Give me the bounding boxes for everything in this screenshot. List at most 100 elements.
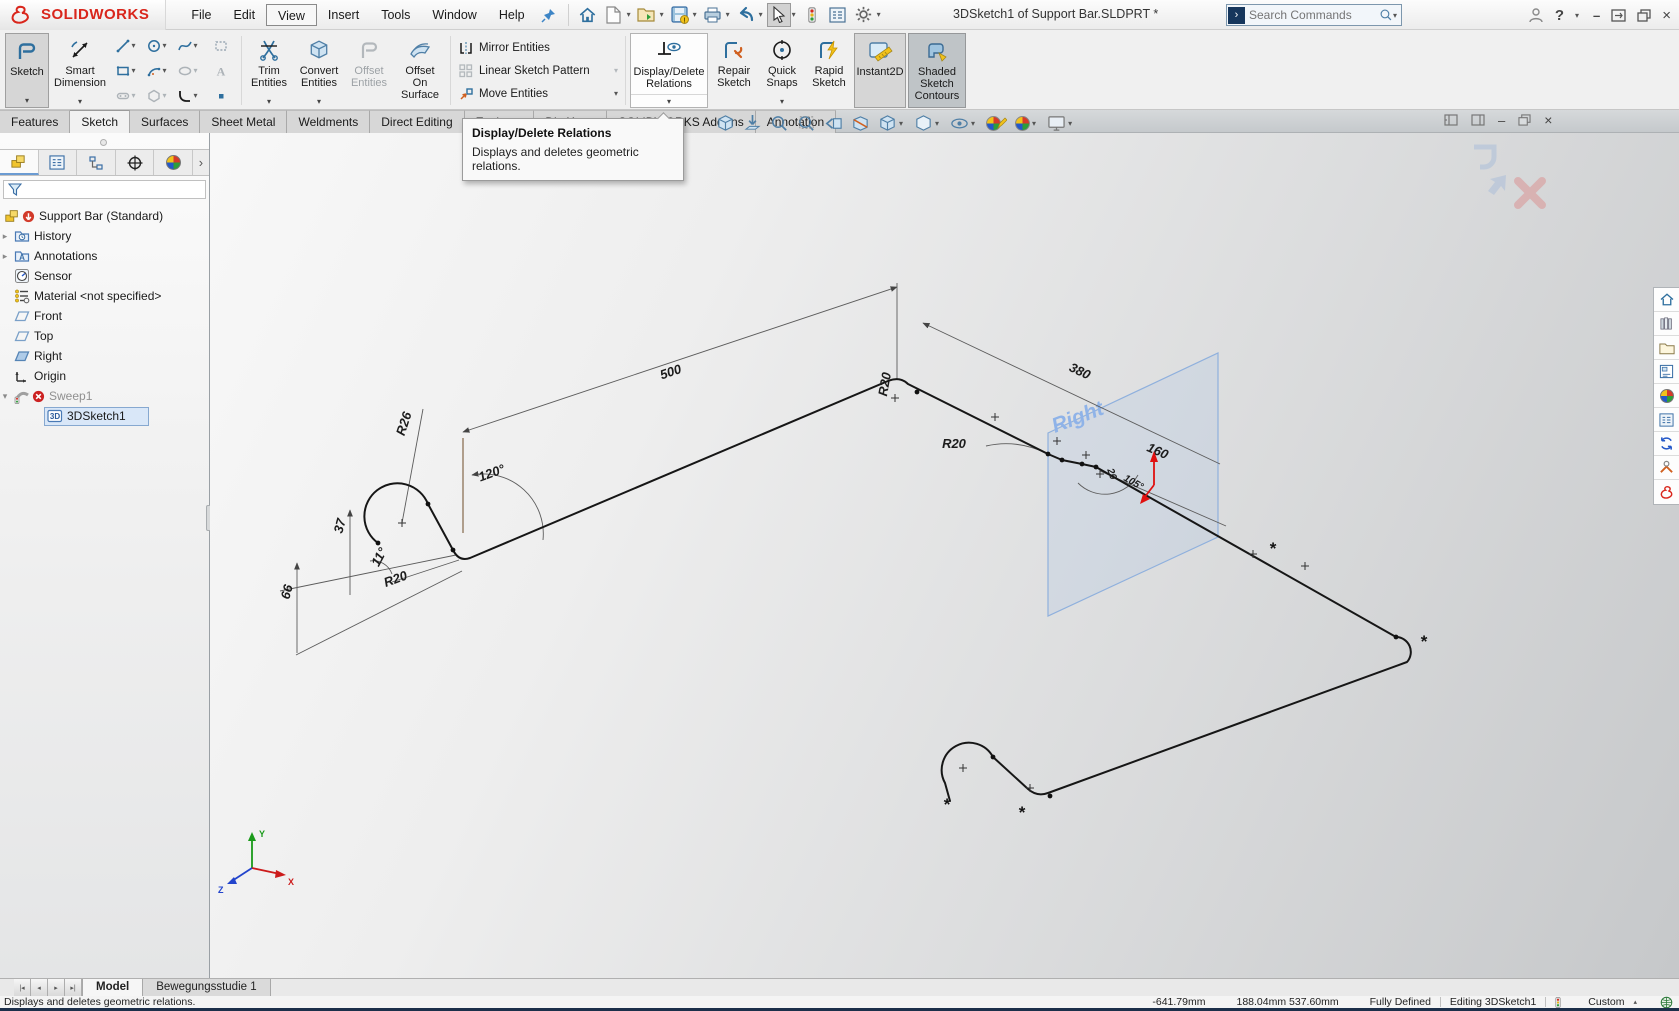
dimension-labels[interactable]: 500 380 160 R26 120° 37 66 11° R20 R20 R… [278, 359, 1172, 600]
sheet-metal-resources-button[interactable] [1654, 456, 1679, 480]
custom-properties-button[interactable] [1654, 408, 1679, 432]
tree-item-sweep1[interactable]: ▾ Sweep1 [0, 386, 209, 406]
new-dropdown-icon[interactable]: ▾ [627, 10, 631, 19]
normal-to-button[interactable] [743, 114, 762, 133]
rectangle-dropdown-icon[interactable]: ▾ [131, 66, 135, 75]
convert-dropdown-icon[interactable]: ▾ [294, 95, 344, 108]
status-rebuild-icon[interactable] [1555, 997, 1561, 1008]
display-style-dropdown-icon[interactable]: ▾ [935, 119, 939, 128]
convert-entities-group[interactable]: Convert Entities ▾ [294, 33, 344, 108]
undo-dropdown-icon[interactable]: ▾ [759, 10, 763, 19]
trim-dropdown-icon[interactable]: ▾ [246, 95, 292, 108]
restore-window-icon[interactable] [1637, 9, 1651, 22]
status-configuration[interactable]: Custom [1588, 996, 1624, 1008]
menu-window[interactable]: Window [421, 4, 487, 26]
menu-insert[interactable]: Insert [317, 4, 370, 26]
task-home-button[interactable] [1654, 288, 1679, 312]
instant2d-button[interactable]: Instant2D [853, 34, 906, 107]
solidworks-forum-button[interactable] [1654, 432, 1679, 456]
doc-minimize-icon[interactable]: – [1498, 113, 1505, 128]
tab-display-manager[interactable] [154, 150, 193, 175]
point-tool[interactable] [205, 83, 236, 108]
apply-scene-dropdown-icon[interactable]: ▾ [1032, 119, 1036, 128]
dim-11deg[interactable]: 11° [368, 544, 390, 568]
sketch-geometry-path[interactable] [364, 379, 1410, 801]
instant2d-group[interactable]: Instant2D [854, 33, 906, 108]
search-commands-box[interactable]: › ▾ [1226, 4, 1402, 26]
tree-item-right-plane[interactable]: Right [0, 346, 209, 366]
move-dropdown-icon[interactable]: ▾ [614, 89, 618, 98]
apply-scene-button[interactable]: ▾ [1015, 116, 1039, 131]
help-dropdown-icon[interactable]: ▾ [1575, 11, 1579, 20]
tab-surfaces[interactable]: Surfaces [130, 110, 200, 133]
edit-appearance-button[interactable] [986, 116, 1007, 131]
convert-entities-button[interactable]: Convert Entities [294, 33, 344, 95]
circle-dropdown-icon[interactable]: ▾ [162, 41, 166, 50]
zoom-fit-magnifier-button[interactable] [770, 114, 789, 133]
dim-380[interactable]: 380 [1067, 359, 1094, 382]
display-delete-relations-button[interactable]: Display/Delete Relations [631, 34, 708, 94]
tab-sheet-metal[interactable]: Sheet Metal [200, 110, 287, 133]
options-list-button[interactable] [826, 3, 850, 27]
view-orientation-dropdown-icon[interactable]: ▾ [899, 119, 903, 128]
rapid-sketch-group[interactable]: Rapid Sketch [806, 33, 852, 108]
tab-nav-first-button[interactable]: |◂ [14, 979, 31, 996]
tab-nav-last-button[interactable]: ▸| [65, 979, 82, 996]
configuration-up-icon[interactable]: ▴ [1633, 998, 1637, 1006]
smart-dimension-dropdown-icon[interactable]: ▾ [51, 95, 109, 108]
zoom-to-area-button[interactable] [797, 114, 816, 133]
expand-icon[interactable]: ▸ [0, 231, 10, 242]
panel-tabs-overflow-icon[interactable]: › [193, 150, 209, 175]
tab-configuration-manager[interactable] [77, 150, 116, 175]
section-view-button[interactable] [851, 114, 870, 133]
arc-dropdown-icon[interactable]: ▾ [162, 66, 166, 75]
home-button[interactable] [576, 3, 600, 27]
menu-edit[interactable]: Edit [223, 4, 267, 26]
model-tab[interactable]: Model [82, 979, 143, 996]
search-input[interactable] [1249, 8, 1379, 22]
sketch-tool-group[interactable]: Sketch ▾ [5, 33, 49, 108]
display-style-button[interactable]: ▾ [914, 114, 942, 133]
new-document-button[interactable] [602, 3, 626, 27]
expand-icon[interactable]: ▸ [0, 251, 10, 262]
shaded-sketch-contours-group[interactable]: Shaded Sketch Contours [908, 33, 966, 108]
dock-window-icon[interactable] [1611, 9, 1626, 22]
display-delete-relations-group[interactable]: Display/Delete Relations ▾ [630, 33, 708, 108]
tree-item-history[interactable]: ▸ History [0, 226, 209, 246]
dim-r20-left[interactable]: R20 [382, 567, 410, 590]
rebuild-button[interactable] [800, 3, 824, 27]
tree-item-annotations[interactable]: ▸ A Annotations [0, 246, 209, 266]
repair-sketch-button[interactable]: Repair Sketch [710, 33, 758, 108]
collapse-icon[interactable]: ▾ [0, 391, 10, 402]
tab-sketch[interactable]: Sketch [70, 110, 130, 133]
solidworks-resources-button[interactable] [1654, 480, 1679, 504]
ellipse-tool[interactable]: ▾ [174, 58, 205, 83]
hide-show-dropdown-icon[interactable]: ▾ [971, 119, 975, 128]
select-button[interactable] [767, 3, 791, 27]
save-button[interactable]: ! [668, 3, 692, 27]
repair-sketch-group[interactable]: Repair Sketch [710, 33, 758, 108]
fillet-dropdown-icon[interactable]: ▾ [193, 91, 197, 100]
zoom-to-fit-button[interactable] [716, 114, 735, 133]
viewport-canvas[interactable]: Right * * * * 500 380 160 [210, 133, 1679, 978]
graphics-viewport[interactable]: Right * * * * 500 380 160 [210, 133, 1679, 978]
settings-gear-button[interactable] [852, 3, 876, 27]
previous-view-button[interactable] [824, 114, 843, 133]
line-tool[interactable]: ▾ [112, 33, 143, 58]
tree-item-material[interactable]: Material <not specified> [0, 286, 209, 306]
view-settings-button[interactable]: ▾ [1047, 115, 1075, 132]
selected-tree-item[interactable]: 3D 3DSketch1 [44, 407, 149, 426]
tab-direct-editing[interactable]: Direct Editing [370, 110, 464, 133]
mirror-entities-button[interactable]: Mirror Entities [458, 39, 618, 56]
file-explorer-button[interactable] [1654, 336, 1679, 360]
menu-help[interactable]: Help [488, 4, 536, 26]
dim-37[interactable]: 37 [331, 516, 349, 535]
trim-entities-group[interactable]: Trim Entities ▾ [246, 33, 292, 108]
doc-close-icon[interactable]: × [1544, 112, 1552, 128]
quick-snaps-button[interactable]: Quick Snaps [760, 33, 804, 95]
smart-dimension-button[interactable]: Smart Dimension [51, 33, 109, 95]
tree-item-front-plane[interactable]: Front [0, 306, 209, 326]
motion-study-tab[interactable]: Bewegungsstudie 1 [143, 979, 270, 996]
print-dropdown-icon[interactable]: ▾ [726, 10, 730, 19]
minimize-button[interactable]: – [1593, 8, 1600, 23]
